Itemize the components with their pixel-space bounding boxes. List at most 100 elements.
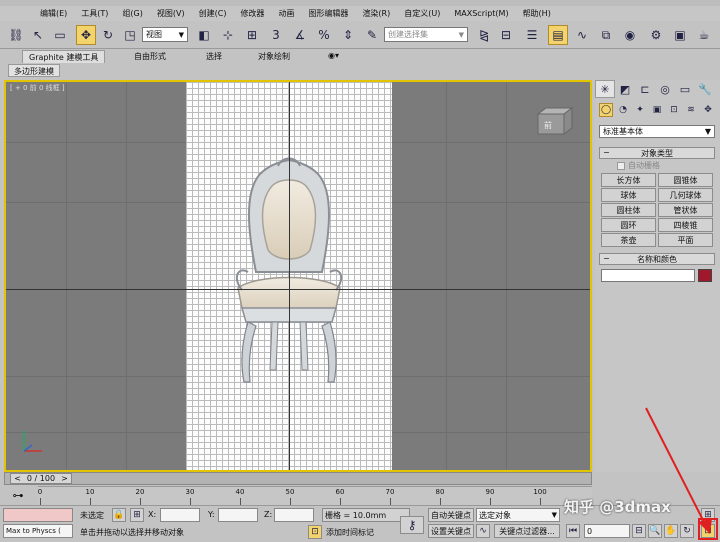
tab-object-paint[interactable]: 对象绘制 <box>252 50 296 63</box>
align-icon[interactable]: ⊟ <box>496 25 516 45</box>
object-category-dropdown[interactable]: 标准基本体 ▼ <box>599 125 715 138</box>
pyramid-button[interactable]: 四棱锥 <box>658 218 713 232</box>
tube-button[interactable]: 管状体 <box>658 203 713 217</box>
tab-freeform[interactable]: 自由形式 <box>128 50 172 63</box>
autogrid-label: 自动栅格 <box>628 161 660 170</box>
spinner-snap-icon[interactable]: ⇕ <box>338 25 358 45</box>
menu-views[interactable]: 视图(V) <box>157 8 185 19</box>
render-frame-icon[interactable]: ▣ <box>670 25 690 45</box>
key-selection-dropdown[interactable]: 选定对象 ▼ <box>476 508 560 522</box>
hierarchy-tab-icon[interactable]: ⊏ <box>635 80 655 98</box>
absolute-mode-icon[interactable]: ⊞ <box>130 508 144 522</box>
menu-modifiers[interactable]: 修改器 <box>240 8 264 19</box>
curve-editor-icon[interactable]: ∿ <box>572 25 592 45</box>
lights-icon[interactable]: ✦ <box>633 103 647 117</box>
menu-customize[interactable]: 自定义(U) <box>404 8 440 19</box>
torus-button[interactable]: 圆环 <box>601 218 656 232</box>
cone-button[interactable]: 圆锥体 <box>658 173 713 187</box>
menu-tools[interactable]: 工具(T) <box>81 8 108 19</box>
shapes-icon[interactable]: ◔ <box>616 103 630 117</box>
object-name-input[interactable] <box>601 269 695 282</box>
teapot-button[interactable]: 茶壶 <box>601 233 656 247</box>
select-object-icon[interactable]: ↖ <box>28 25 48 45</box>
lock-selection-icon[interactable]: 🔒 <box>112 508 126 522</box>
go-to-start-icon[interactable]: ⏮ <box>566 524 580 538</box>
time-slider[interactable] <box>4 472 592 485</box>
mirror-icon[interactable]: ⧎ <box>474 25 494 45</box>
select-manipulate-icon[interactable]: ⊹ <box>218 25 238 45</box>
object-color-swatch[interactable] <box>698 269 712 282</box>
pivot-center-icon[interactable]: ◧ <box>194 25 214 45</box>
display-tab-icon[interactable]: ▭ <box>675 80 695 98</box>
schematic-view-icon[interactable]: ⧉ <box>596 25 616 45</box>
menu-animation[interactable]: 动画 <box>278 8 294 19</box>
z-coordinate-input[interactable] <box>274 508 314 522</box>
x-coordinate-input[interactable] <box>160 508 200 522</box>
select-scale-icon[interactable]: ◳ <box>120 25 140 45</box>
viewport-label[interactable]: [ + 0 前 0 线框 ] <box>10 83 65 93</box>
menu-rendering[interactable]: 渲染(R) <box>362 8 390 19</box>
tab-polygon-modeling[interactable]: 多边形建模 <box>8 64 60 77</box>
render-teapot-icon[interactable]: ☕ <box>694 25 714 45</box>
motion-tab-icon[interactable]: ◎ <box>655 80 675 98</box>
utilities-tab-icon[interactable]: 🔧 <box>695 80 715 98</box>
box-button[interactable]: 长方体 <box>601 173 656 187</box>
named-selection-dropdown[interactable]: 创建选择集 ▼ <box>384 27 468 42</box>
key-filters-button[interactable]: 关键点过滤器... <box>494 524 560 538</box>
select-move-icon[interactable]: ✥ <box>76 25 96 45</box>
set-key-mode-icon[interactable]: ⚷ <box>400 516 424 534</box>
cylinder-button[interactable]: 圆柱体 <box>601 203 656 217</box>
tab-selection[interactable]: 选择 <box>200 50 228 63</box>
select-link-icon[interactable]: ⛓ <box>6 25 26 45</box>
keyboard-shortcut-icon[interactable]: ⊞ <box>242 25 262 45</box>
edit-named-selection-icon[interactable]: ✎ <box>362 25 382 45</box>
viewcube-icon[interactable] <box>534 106 576 136</box>
reference-coordinate-dropdown[interactable]: 视图 ▼ <box>142 27 188 42</box>
add-time-tag[interactable]: 添加时间标记 <box>326 527 374 538</box>
select-rotate-icon[interactable]: ↻ <box>98 25 118 45</box>
plane-button[interactable]: 平面 <box>658 233 713 247</box>
select-region-icon[interactable]: ▭ <box>50 25 70 45</box>
percent-snap-icon[interactable]: % <box>314 25 334 45</box>
autogrid-checkbox[interactable]: 自动栅格 <box>617 160 660 171</box>
time-tag-icon[interactable]: ⊡ <box>308 525 322 539</box>
create-tab-icon[interactable]: ✳ <box>595 80 615 98</box>
menu-group[interactable]: 组(G) <box>122 8 142 19</box>
menu-graph-editors[interactable]: 图形编辑器 <box>308 8 348 19</box>
render-setup-icon[interactable]: ⚙ <box>646 25 666 45</box>
systems-icon[interactable]: ✥ <box>701 103 715 117</box>
track-bar[interactable]: 0 10 20 30 40 50 60 70 80 90 100 <box>38 486 592 505</box>
menu-maxscript[interactable]: MAXScript(M) <box>454 9 508 18</box>
tab-graphite-modeling[interactable]: Graphite 建模工具 <box>22 50 106 63</box>
name-color-rollout[interactable]: − 名称和颜色 <box>599 253 715 265</box>
layer-manager-icon[interactable]: ☰ <box>522 25 542 45</box>
maxscript-mini-listener[interactable] <box>3 508 73 522</box>
auto-key-button[interactable]: 自动关键点 <box>428 508 474 522</box>
menu-help[interactable]: 帮助(H) <box>523 8 551 19</box>
front-viewport[interactable]: [ + 0 前 0 线框 ] 前 <box>4 80 592 472</box>
angle-snap-icon[interactable]: ∡ <box>290 25 310 45</box>
helpers-icon[interactable]: ⊡ <box>667 103 681 117</box>
menu-edit[interactable]: 编辑(E) <box>40 8 67 19</box>
ribbon-options-icon[interactable]: ◉▾ <box>322 50 345 63</box>
graphite-toggle-icon[interactable]: ▤ <box>548 25 568 45</box>
key-tangent-icon[interactable]: ∿ <box>476 524 490 538</box>
geometry-icon[interactable]: ◯ <box>599 103 613 117</box>
menu-create[interactable]: 创建(C) <box>199 8 227 19</box>
object-type-rollout[interactable]: − 对象类型 <box>599 147 715 159</box>
cameras-icon[interactable]: ▣ <box>650 103 664 117</box>
maxscript-input[interactable]: Max to Physcs ( <box>3 524 73 538</box>
y-coordinate-input[interactable] <box>218 508 258 522</box>
current-frame-input[interactable]: 0 <box>584 524 630 538</box>
tick-label: 60 <box>335 488 345 496</box>
geosphere-button[interactable]: 几何球体 <box>658 188 713 202</box>
modify-tab-icon[interactable]: ◩ <box>615 80 635 98</box>
space-warps-icon[interactable]: ≋ <box>684 103 698 117</box>
mini-curve-editor-icon[interactable]: ⊶ <box>6 487 30 503</box>
material-editor-icon[interactable]: ◉ <box>620 25 640 45</box>
set-key-button[interactable]: 设置关键点 <box>428 524 474 538</box>
sphere-button[interactable]: 球体 <box>601 188 656 202</box>
time-slider-thumb[interactable]: < 0 / 100 > <box>10 473 72 484</box>
snap-3d-icon[interactable]: 3 <box>266 25 286 45</box>
grid-size: 栅格 = 10.0mm <box>322 508 410 522</box>
